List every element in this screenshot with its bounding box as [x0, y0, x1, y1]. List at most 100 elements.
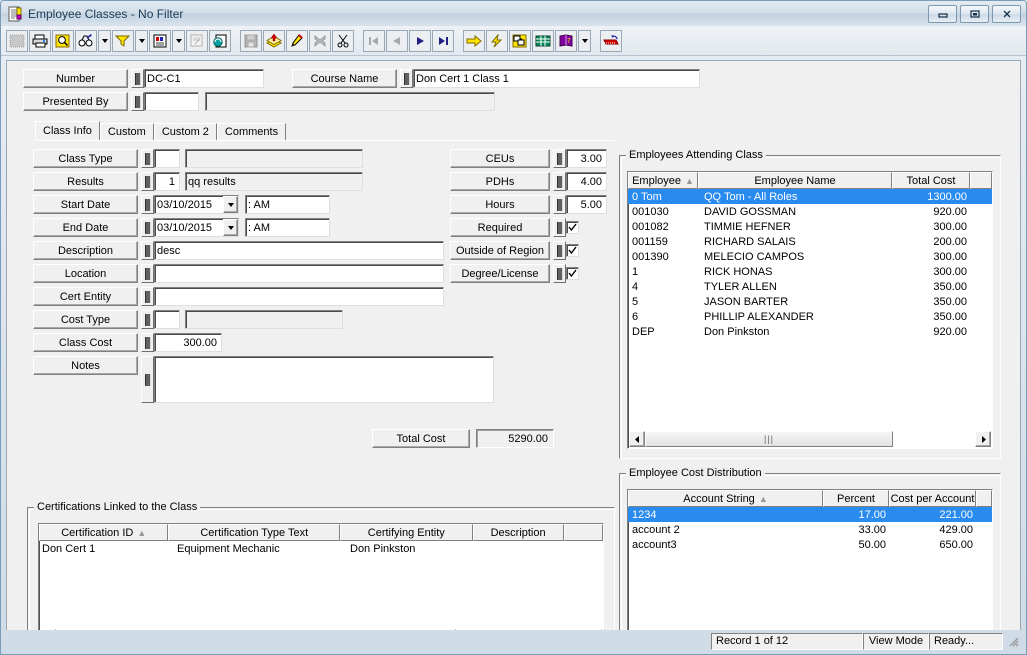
scroll-thumb[interactable]: |||: [645, 431, 893, 447]
course-name-lookup-slab[interactable]: [400, 69, 413, 88]
find-button[interactable]: [75, 29, 97, 52]
pdhs-input[interactable]: 4.00: [566, 172, 607, 191]
scroll-track[interactable]: |||: [56, 629, 586, 630]
spreadsheet-button[interactable]: [532, 29, 554, 52]
results-label-button[interactable]: Results: [33, 172, 138, 191]
resize-grip-icon[interactable]: [1006, 634, 1020, 648]
required-lookup-slab[interactable]: [553, 218, 566, 237]
table-row[interactable]: 001390 MELECIO CAMPOS 300.00: [628, 249, 992, 264]
hours-input[interactable]: 5.00: [566, 195, 607, 214]
cost-type-code-input[interactable]: [154, 310, 180, 329]
degree-license-label-button[interactable]: Degree/License: [450, 264, 550, 283]
next-record-button[interactable]: [409, 29, 431, 52]
column-header-certifying-entity[interactable]: Certifying Entity: [340, 524, 473, 541]
exit-button[interactable]: [600, 29, 622, 52]
end-date-dropdown-button[interactable]: [223, 219, 238, 236]
print-button[interactable]: [29, 29, 51, 52]
column-header-certification-id[interactable]: Certification ID ▲: [39, 524, 169, 541]
cost-type-label-button[interactable]: Cost Type: [33, 310, 138, 329]
number-lookup-slab[interactable]: [131, 69, 144, 88]
cost-distribution-grid[interactable]: Account String ▲ Percent Cost per Accoun…: [627, 489, 993, 630]
scroll-right-button[interactable]: [975, 431, 991, 447]
presented-by-code-input[interactable]: [144, 92, 199, 111]
goto-button[interactable]: [463, 29, 485, 52]
required-checkbox[interactable]: [566, 221, 579, 234]
scroll-thumb[interactable]: |||: [56, 629, 456, 630]
required-label-button[interactable]: Required: [450, 218, 550, 237]
course-name-input[interactable]: Don Cert 1 Class 1: [413, 69, 700, 88]
quick-action-button[interactable]: [486, 29, 508, 52]
pdhs-lookup-slab[interactable]: [553, 172, 566, 191]
column-header-employee[interactable]: Employee ▲: [628, 172, 698, 189]
start-time-input[interactable]: : AM: [245, 195, 330, 214]
column-header-cost-per-account[interactable]: Cost per Account: [889, 490, 976, 507]
properties-button[interactable]: [186, 29, 208, 52]
number-input[interactable]: DC-C1: [144, 69, 264, 88]
results-lookup-slab[interactable]: [141, 172, 154, 191]
scroll-left-button[interactable]: [40, 629, 56, 630]
table-row[interactable]: 5 JASON BARTER 350.00: [628, 294, 992, 309]
scroll-track[interactable]: |||: [645, 431, 975, 447]
ceus-input[interactable]: 3.00: [566, 149, 607, 168]
table-row[interactable]: account 2 33.00 429.00: [628, 522, 992, 537]
print-preview-button[interactable]: [52, 29, 74, 52]
results-code-input[interactable]: 1: [154, 172, 180, 191]
column-header-description[interactable]: Description: [472, 524, 564, 541]
new-record-button[interactable]: [263, 29, 285, 52]
notes-label-button[interactable]: Notes: [33, 356, 138, 375]
start-date-input[interactable]: 03/10/2015: [154, 195, 239, 214]
outside-of-region-label-button[interactable]: Outside of Region: [450, 241, 550, 260]
last-record-button[interactable]: [432, 29, 454, 52]
course-name-label-button[interactable]: Course Name: [292, 69, 397, 88]
number-label-button[interactable]: Number: [23, 69, 128, 88]
total-cost-label-button[interactable]: Total Cost: [372, 429, 470, 448]
tab-comments[interactable]: Comments: [216, 123, 287, 140]
outside-of-region-lookup-slab[interactable]: [553, 241, 566, 260]
table-row[interactable]: account3 50.00 650.00: [628, 537, 992, 552]
filter-button[interactable]: [112, 29, 134, 52]
employees-grid-hscrollbar[interactable]: |||: [629, 431, 991, 447]
filter-dropdown-button[interactable]: [135, 29, 148, 52]
scroll-left-button[interactable]: [629, 431, 645, 447]
class-type-lookup-slab[interactable]: [141, 149, 154, 168]
ceus-lookup-slab[interactable]: [553, 149, 566, 168]
outside-of-region-checkbox[interactable]: [566, 244, 579, 257]
refresh-page-button[interactable]: [209, 29, 231, 52]
end-date-input[interactable]: 03/10/2015: [154, 218, 239, 237]
table-row[interactable]: 6 PHILLIP ALEXANDER 350.00: [628, 309, 992, 324]
description-lookup-slab[interactable]: [141, 241, 154, 260]
delete-record-button[interactable]: [309, 29, 331, 52]
location-label-button[interactable]: Location: [33, 264, 138, 283]
find-dropdown-button[interactable]: [98, 29, 111, 52]
report-dropdown-button[interactable]: [172, 29, 185, 52]
class-type-code-input[interactable]: [154, 149, 180, 168]
column-header-total-cost[interactable]: Total Cost: [892, 172, 970, 189]
table-row[interactable]: 001159 RICHARD SALAIS 200.00: [628, 234, 992, 249]
presented-by-label-button[interactable]: Presented By: [23, 92, 128, 111]
description-input[interactable]: desc: [154, 241, 444, 260]
start-date-dropdown-button[interactable]: [223, 196, 238, 213]
cert-entity-lookup-slab[interactable]: [141, 287, 154, 306]
end-time-input[interactable]: : AM: [245, 218, 330, 237]
certifications-grid[interactable]: Certification ID ▲ Certification Type Te…: [38, 523, 604, 630]
degree-license-lookup-slab[interactable]: [553, 264, 566, 283]
cost-type-lookup-slab[interactable]: [141, 310, 154, 329]
certifications-grid-hscrollbar[interactable]: |||: [40, 629, 602, 630]
column-header-account-string[interactable]: Account String ▲: [628, 490, 823, 507]
description-label-button[interactable]: Description: [33, 241, 138, 260]
restore-button[interactable]: [960, 4, 989, 23]
select-all-button[interactable]: [6, 29, 28, 52]
first-record-button[interactable]: [363, 29, 385, 52]
employees-grid[interactable]: Employee ▲ Employee Name Total Cost 0 To…: [627, 171, 993, 449]
help-book-button[interactable]: ?: [555, 29, 577, 52]
class-cost-input[interactable]: 300.00: [154, 333, 222, 352]
table-row[interactable]: 4 TYLER ALLEN 350.00: [628, 279, 992, 294]
table-row[interactable]: 0 Tom QQ Tom - All Roles 1300.00: [628, 189, 992, 204]
table-row[interactable]: 001030 DAVID GOSSMAN 920.00: [628, 204, 992, 219]
help-dropdown-button[interactable]: [578, 29, 591, 52]
scroll-right-button[interactable]: [586, 629, 602, 630]
edit-record-button[interactable]: [286, 29, 308, 52]
start-date-lookup-slab[interactable]: [141, 195, 154, 214]
grid-layout-button[interactable]: [509, 29, 531, 52]
notes-textarea[interactable]: [154, 356, 494, 403]
